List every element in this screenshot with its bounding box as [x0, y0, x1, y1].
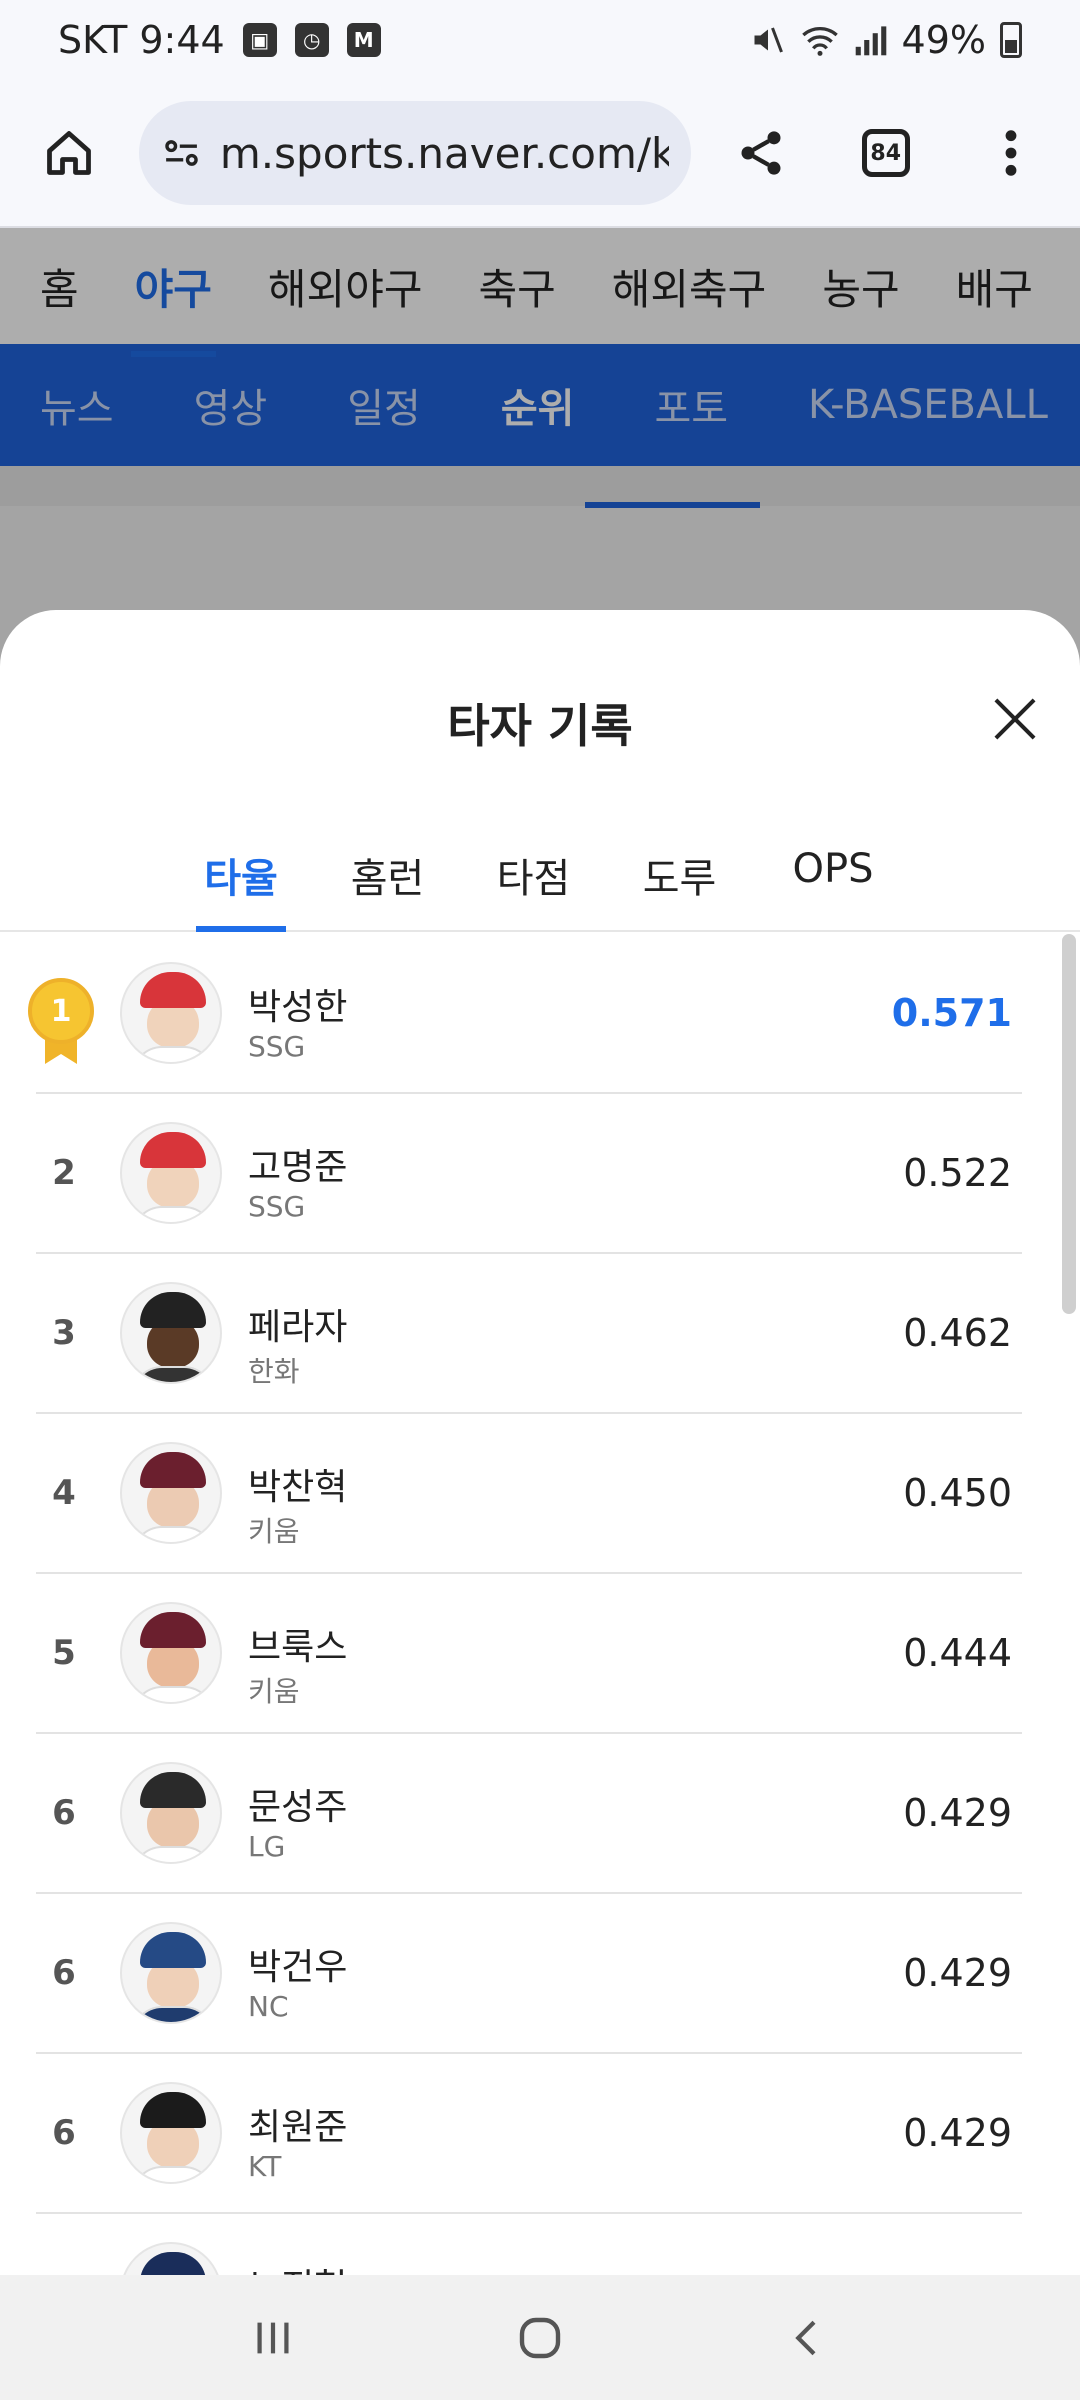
tab-home-runs[interactable]: 홈런 [340, 846, 435, 904]
gallery-icon: ▣ [242, 23, 277, 57]
player-row[interactable]: 4 박찬혁 키움 0.450 [36, 1414, 1022, 1574]
share-icon [741, 131, 781, 175]
close-icon[interactable] [992, 696, 1038, 742]
rank-number: 1 [28, 978, 94, 1044]
player-row[interactable]: 노진혁 [36, 2214, 1022, 2275]
sheet-title: 타자 기록 [447, 699, 633, 753]
player-team: 키움 [248, 1515, 300, 1548]
stock-app-icon: M [346, 23, 381, 57]
player-team: SSG [248, 1190, 306, 1223]
player-name: 고명준 [248, 1147, 348, 1188]
more-vert-icon [1005, 130, 1017, 176]
recent-apps-button[interactable] [223, 2298, 323, 2378]
tab-rbi[interactable]: 타점 [486, 846, 581, 904]
batting-average: 0.429 [903, 1951, 1012, 1995]
player-avatar [120, 1282, 222, 1384]
player-team: 키움 [248, 1675, 300, 1708]
player-name: 박건우 [248, 1947, 348, 1988]
batting-average: 0.450 [903, 1471, 1012, 1515]
rank-number: 6 [52, 2113, 76, 2153]
browser-toolbar: m.sports.naver.com/kb 84 [0, 80, 1080, 228]
rank-number [36, 2214, 92, 2275]
player-row[interactable]: 2 고명준 SSG 0.522 [36, 1094, 1022, 1254]
rank-number: 3 [52, 1313, 76, 1353]
player-row[interactable]: 6 최원준 KT 0.429 [36, 2054, 1022, 2214]
player-team: NC [248, 1990, 289, 2023]
share-button[interactable] [721, 113, 800, 193]
player-row[interactable]: 6 박건우 NC 0.429 [36, 1894, 1022, 2054]
rank-number: 4 [52, 1473, 76, 1513]
battery-percent: 49% [901, 18, 986, 62]
home-button[interactable] [30, 113, 109, 193]
stat-tabs: 타율 홈런 타점 도루 OPS [0, 828, 1080, 932]
back-icon [794, 2320, 816, 2355]
player-team: KT [248, 2150, 282, 2183]
tab-ops[interactable]: OPS [778, 846, 888, 892]
player-name: 노진혁 [248, 2258, 347, 2275]
tab-stolen-bases[interactable]: 도루 [632, 846, 727, 904]
menu-button[interactable] [971, 113, 1050, 193]
batting-average: 0.429 [903, 1791, 1012, 1835]
gold-medal-icon: 1 [28, 978, 94, 1068]
tab-batting-average[interactable]: 타율 [196, 846, 286, 904]
player-avatar [120, 962, 222, 1064]
rank-number: 6 [52, 1953, 76, 1993]
home-nav-button[interactable] [490, 2298, 590, 2378]
batting-average: 0.429 [903, 2111, 1012, 2155]
home-icon [47, 131, 92, 175]
rank-number: 6 [52, 1793, 76, 1833]
player-row[interactable]: 1 박성한 SSG 0.571 [28, 934, 1022, 1094]
player-name: 문성주 [248, 1787, 348, 1828]
batting-average: 0.571 [891, 991, 1012, 1035]
status-bar: SKT 9:44 ▣ ◷ M 49% [0, 0, 1080, 80]
player-row[interactable]: 6 문성주 LG 0.429 [36, 1734, 1022, 1894]
player-avatar [120, 1922, 222, 2024]
player-row[interactable]: 3 페라자 한화 0.462 [36, 1254, 1022, 1414]
player-team: SSG [248, 1030, 306, 1063]
system-nav-bar [0, 2275, 1080, 2400]
rank-number: 2 [52, 1153, 76, 1193]
batting-average: 0.522 [903, 1151, 1012, 1195]
home-nav-icon [519, 2317, 561, 2358]
scrollbar[interactable] [1062, 934, 1080, 1314]
address-bar[interactable]: m.sports.naver.com/kb [138, 101, 692, 205]
signal-icon [855, 26, 886, 56]
back-button[interactable] [757, 2298, 857, 2378]
player-team: 한화 [248, 1355, 300, 1388]
tab-count: 84 [861, 129, 910, 177]
player-avatar [120, 1122, 222, 1224]
active-tab-indicator [196, 926, 286, 932]
player-avatar [120, 1442, 222, 1544]
batting-average: 0.444 [903, 1631, 1012, 1675]
clock-app-icon: ◷ [294, 23, 329, 57]
player-avatar [120, 1762, 222, 1864]
wifi-icon [801, 27, 838, 56]
batter-records-sheet: 타자 기록 타율 홈런 타점 도루 OPS 1 박성한 SSG 0.571 2 고… [0, 610, 1080, 2275]
player-avatar [120, 2242, 222, 2275]
batting-average: 0.462 [903, 1311, 1012, 1355]
player-avatar [120, 1602, 222, 1704]
player-name: 박성한 [248, 987, 348, 1028]
rank-number: 5 [52, 1633, 76, 1673]
player-list: 1 박성한 SSG 0.571 2 고명준 SSG 0.522 3 페라자 한화 0… [28, 934, 1022, 2275]
tabs-button[interactable]: 84 [846, 113, 925, 193]
player-name: 페라자 [248, 1307, 348, 1348]
player-team: LG [248, 1830, 286, 1863]
battery-icon [1000, 22, 1022, 58]
carrier-time: SKT 9:44 [58, 18, 225, 62]
url-text: m.sports.naver.com/kb [219, 128, 670, 178]
site-settings-icon [165, 140, 198, 166]
mute-icon [754, 27, 783, 53]
player-row[interactable]: 5 브룩스 키움 0.444 [36, 1574, 1022, 1734]
player-avatar [120, 2082, 222, 2184]
player-name: 브룩스 [248, 1627, 348, 1668]
recent-apps-icon [257, 2322, 289, 2353]
player-name: 최원준 [248, 2107, 348, 2148]
player-name: 박찬혁 [248, 1467, 348, 1508]
